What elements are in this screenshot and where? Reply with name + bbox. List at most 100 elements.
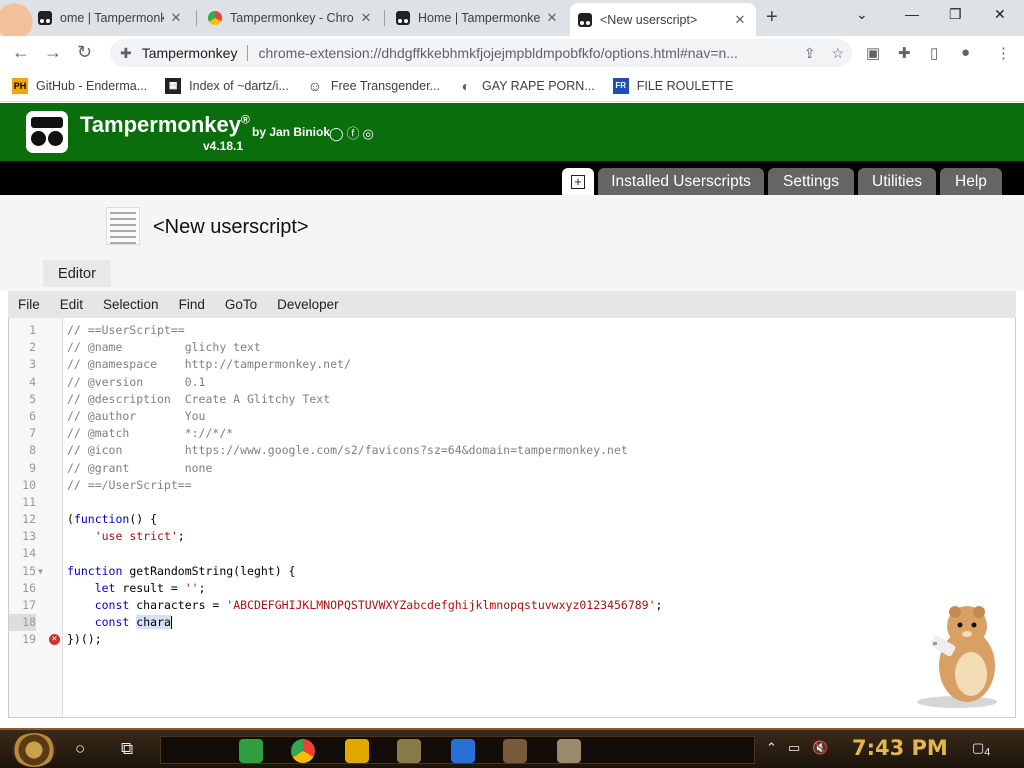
bookmark-item[interactable]: ▦ Index of ~dartz/i... — [165, 77, 289, 94]
new-tab-button[interactable]: + — [766, 6, 778, 29]
site-chip[interactable]: ✚ Tampermonkey — [110, 45, 237, 62]
menu-edit[interactable]: Edit — [50, 297, 93, 312]
extensions-puzzle-icon[interactable]: ✚ — [898, 44, 911, 62]
code-lines[interactable]: 1// ==UserScript== 2// @name glichy text 3… — [9, 322, 1015, 649]
volume-muted-icon[interactable]: 🔇 — [812, 740, 828, 756]
start-button-icon[interactable] — [12, 733, 56, 767]
bookmark-item[interactable]: PH GitHub - Enderma... — [12, 77, 147, 94]
menu-selection[interactable]: Selection — [93, 297, 169, 312]
browser-toolbar: ← → ↻ ✚ Tampermonkey chrome-extension://… — [0, 36, 1024, 70]
url-text[interactable]: chrome-extension://dhdgffkkebhmkfjojejmp… — [258, 45, 795, 61]
close-icon[interactable]: ✕ — [358, 10, 374, 26]
code-line[interactable]: 10 // ==/UserScript== — [9, 477, 1015, 494]
code-line[interactable]: 14 — [9, 545, 1015, 562]
close-icon[interactable]: ✕ — [168, 10, 184, 26]
code-text: // ==/UserScript== — [67, 477, 192, 492]
code-line[interactable]: 13 'use strict'; — [9, 528, 1015, 545]
code-line[interactable]: 16 let result = ''; — [9, 580, 1015, 597]
code-text: // @icon https://www.google.com/s2/favic… — [67, 443, 628, 458]
code-text: const chara — [94, 615, 172, 630]
network-icon[interactable]: ▭ — [788, 740, 800, 756]
address-bar[interactable]: ✚ Tampermonkey chrome-extension://dhdgff… — [110, 39, 852, 67]
sheets-app-icon[interactable] — [239, 739, 263, 763]
line-number: 13 — [22, 529, 36, 544]
kebab-menu-icon[interactable]: ⋮ — [996, 44, 1011, 62]
code-line[interactable]: 9 // @grant none — [9, 460, 1015, 477]
chrome-app-icon[interactable] — [291, 739, 315, 763]
tab-editor[interactable]: Editor — [43, 260, 111, 287]
tab-help[interactable]: Help — [940, 168, 1002, 195]
code-line[interactable]: 7 // @match *://*/* — [9, 425, 1015, 442]
tab-title: Home | Tampermonke — [418, 11, 540, 25]
code-line[interactable]: 8 // @icon https://www.google.com/s2/favi… — [9, 442, 1015, 459]
window-close-button[interactable]: ✕ — [994, 6, 1006, 23]
browser-tab[interactable]: ome | Tampermonke ✕ — [30, 4, 192, 32]
hamster-sticker-image — [917, 606, 997, 708]
folder-index-icon: ▦ — [165, 77, 182, 94]
file-explorer-icon[interactable] — [345, 739, 369, 763]
code-line[interactable]: 4 // @version 0.1 — [9, 374, 1015, 391]
code-text: // @match *://*/* — [67, 426, 234, 441]
dropbox-like-app-icon[interactable] — [451, 739, 475, 763]
bookmark-label: Index of ~dartz/i... — [189, 78, 289, 93]
tab-title: Tampermonkey - Chro — [230, 11, 354, 25]
tampermonkey-extension-icon[interactable]: ▣ — [866, 44, 880, 62]
bookmark-item[interactable]: FR FILE ROULETTE — [612, 77, 733, 94]
bookmark-item[interactable]: ☺ Free Transgender... — [307, 78, 440, 94]
menu-file[interactable]: File — [8, 297, 50, 312]
tampermonkey-icon — [578, 12, 592, 27]
text-cursor — [170, 616, 172, 630]
tab-installed-userscripts[interactable]: Installed Userscripts — [598, 168, 764, 195]
line-number: 4 — [29, 374, 36, 389]
tray-chevron-icon[interactable]: ⌃ — [766, 740, 777, 756]
menu-goto[interactable]: GoTo — [215, 297, 267, 312]
code-line[interactable]: 17 const characters = 'ABCDEFGHIJKLMNOPQ… — [9, 597, 1015, 614]
social-icons[interactable]: ◯ⓕ◎ — [329, 123, 377, 142]
task-view-icon[interactable]: ⧉ — [121, 739, 133, 759]
error-marker-icon[interactable]: ✕ — [49, 634, 60, 646]
code-text: // @version 0.1 — [67, 374, 206, 389]
tab-settings[interactable]: Settings — [768, 168, 854, 195]
browser-tab[interactable]: Home | Tampermonke ✕ — [388, 4, 568, 32]
search-circle-icon[interactable]: ○ — [75, 739, 85, 759]
bookmark-star-icon[interactable]: ☆ — [831, 45, 844, 62]
code-line[interactable]: 15 ▼ function getRandomString(leght) { — [9, 563, 1015, 580]
bookmark-label: Free Transgender... — [330, 78, 440, 93]
notification-count: 4 — [984, 746, 991, 759]
code-line[interactable]: 2 // @name glichy text — [9, 339, 1015, 356]
code-line[interactable]: 6 // @author You — [9, 408, 1015, 425]
side-panel-icon[interactable]: ▯ — [930, 44, 938, 62]
code-line[interactable]: 18 const chara — [9, 614, 1015, 632]
minimize-button[interactable]: — — [905, 6, 919, 22]
code-line[interactable]: 5 // @description Create A Glitchy Text — [9, 391, 1015, 408]
clock[interactable]: 7:43 PM — [852, 736, 948, 760]
reload-icon[interactable]: ↻ — [77, 42, 92, 63]
tab-search-button[interactable]: ⌄ — [856, 6, 868, 23]
close-icon[interactable]: ✕ — [732, 12, 748, 28]
forward-arrow-icon[interactable]: → — [44, 42, 62, 63]
code-line[interactable]: 11 — [9, 494, 1015, 511]
character-app-icon[interactable] — [503, 739, 527, 763]
maximize-button[interactable]: ❐ — [949, 6, 962, 23]
back-arrow-icon[interactable]: ← — [12, 42, 30, 63]
profile-avatar-icon[interactable]: ● — [961, 44, 970, 61]
code-line[interactable]: 19 ✕})(); — [9, 631, 1015, 648]
browser-tab[interactable]: Tampermonkey - Chro ✕ — [200, 4, 382, 32]
code-editor[interactable]: 1// ==UserScript== 2// @name glichy text 3… — [8, 318, 1016, 718]
bookmark-item[interactable]: ◐ GAY RAPE PORN... — [458, 78, 595, 94]
share-icon[interactable]: ⇪ — [804, 45, 816, 62]
new-script-tab[interactable]: + — [562, 168, 594, 195]
photo-app-icon[interactable] — [557, 739, 581, 763]
code-line[interactable]: 1 // ==UserScript== — [9, 322, 1015, 339]
menu-find[interactable]: Find — [169, 297, 215, 312]
fold-arrow-icon[interactable]: ▼ — [38, 563, 43, 580]
author-credit[interactable]: by Jan Biniok — [252, 125, 330, 139]
close-icon[interactable]: ✕ — [544, 10, 560, 26]
code-line[interactable]: 12 (function() { — [9, 511, 1015, 528]
notifications-icon[interactable]: ▢4 — [972, 740, 990, 759]
browser-tab-active[interactable]: <New userscript> ✕ — [570, 3, 756, 36]
game-app-icon[interactable] — [397, 739, 421, 763]
tab-utilities[interactable]: Utilities — [858, 168, 936, 195]
menu-developer[interactable]: Developer — [267, 297, 349, 312]
code-line[interactable]: 3 // @namespace http://tampermonkey.net/ — [9, 356, 1015, 373]
